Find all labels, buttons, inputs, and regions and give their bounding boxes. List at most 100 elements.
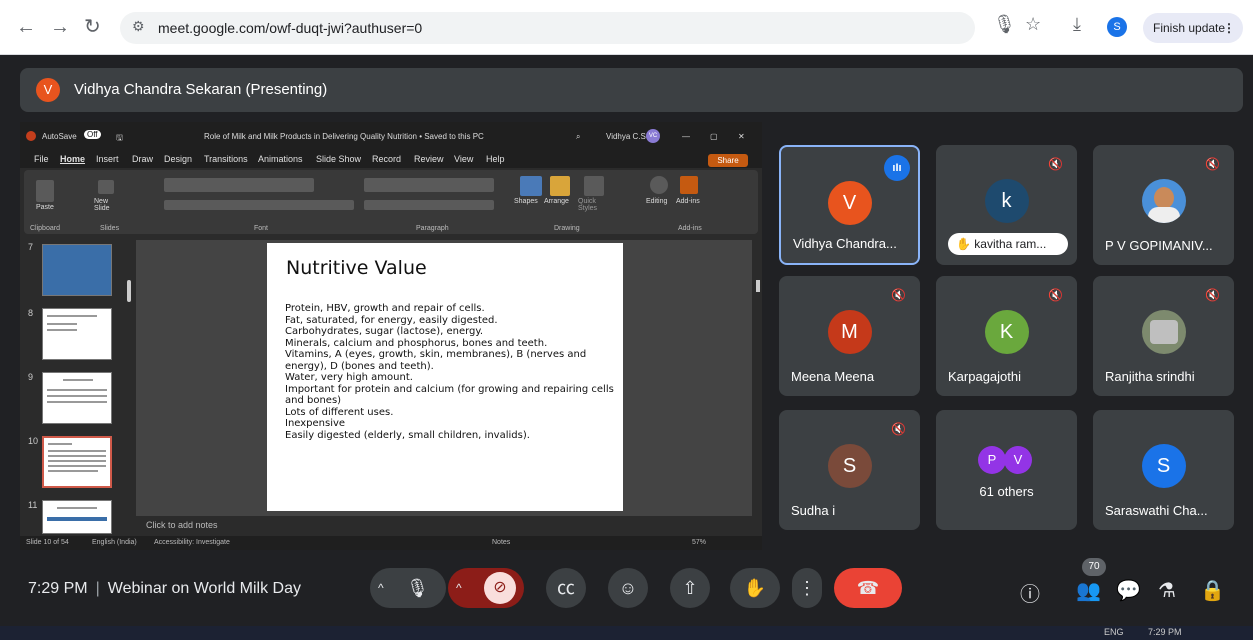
hang-up-icon: ☎ — [856, 578, 880, 598]
finish-update-button[interactable]: Finish update ⋮ — [1143, 13, 1243, 43]
menu-transitions[interactable]: Transitions — [204, 154, 248, 164]
back-arrow-icon[interactable]: ← — [16, 14, 36, 40]
chat-icon[interactable]: 💬 — [1116, 578, 1141, 603]
zoom-level: 57% — [692, 539, 707, 546]
participant-tile[interactable]: 🔇 Ranjitha srindhi — [1093, 276, 1234, 396]
present-button[interactable]: ⇧ — [670, 568, 710, 608]
menu-help[interactable]: Help — [486, 154, 505, 164]
reload-icon[interactable]: ↻ — [84, 14, 101, 40]
addins-icon[interactable] — [680, 176, 698, 194]
participant-tile[interactable]: 🔇 K Karpagajothi — [936, 276, 1077, 396]
ppt-share-button[interactable]: Share — [708, 154, 748, 167]
presenter-bar: V Vidhya Chandra Sekaran (Presenting) — [20, 68, 1243, 112]
slide-thumbnail[interactable] — [42, 372, 112, 424]
font-name-box[interactable] — [164, 178, 314, 192]
close-icon[interactable]: ✕ — [738, 132, 745, 141]
menu-animations[interactable]: Animations — [258, 154, 303, 164]
menu-insert[interactable]: Insert — [96, 154, 119, 164]
slide-thumbnail[interactable] — [42, 244, 112, 296]
others-tile[interactable]: P V 61 others — [936, 410, 1077, 530]
taskbar-language: ENG — [1104, 627, 1124, 637]
participant-name: Meena Meena — [791, 369, 875, 384]
participant-tile[interactable]: 🔇 k ✋ kavitha ram... — [936, 145, 1077, 265]
site-settings-icon[interactable]: ⚙ — [132, 18, 145, 35]
editing-icon[interactable] — [650, 176, 668, 194]
ppt-status-bar: Slide 10 of 54 English (India) Accessibi… — [20, 536, 762, 550]
slide-thumbnail-active[interactable] — [42, 436, 112, 488]
address-bar[interactable]: ⚙ meet.google.com/owf-duqt-jwi?authuser=… — [120, 12, 975, 44]
menu-file[interactable]: File — [34, 154, 49, 164]
slide-count: Slide 10 of 54 — [26, 539, 69, 546]
participant-name: Ranjitha srindhi — [1105, 369, 1195, 384]
accessibility-label[interactable]: Accessibility: Investigate — [154, 539, 230, 546]
quick-styles-label: Quick Styles — [578, 198, 598, 212]
paragraph-row-2[interactable] — [364, 200, 494, 210]
notes-toggle[interactable]: Notes — [492, 539, 510, 546]
menu-review[interactable]: Review — [414, 154, 444, 164]
ppt-title-bar: AutoSave Off 🖫 Role of Milk and Milk Pro… — [20, 122, 762, 150]
bookmark-star-icon[interactable]: ☆ — [1025, 14, 1041, 35]
profile-avatar[interactable]: S — [1107, 17, 1127, 37]
save-icon[interactable]: 🖫 — [116, 132, 123, 146]
microphone-icon[interactable]: 🎙 — [406, 568, 429, 608]
microphone-icon[interactable]: 🎙 — [993, 14, 1016, 35]
meeting-details-icon[interactable]: ⓘ — [1020, 578, 1040, 607]
menu-home[interactable]: Home — [60, 154, 85, 164]
thumb-number: 10 — [28, 436, 39, 446]
slide-line: Important for protein and calcium (for g… — [285, 383, 617, 407]
participant-name: Vidhya Chandra... — [793, 236, 897, 251]
mic-off-icon: 🔇 — [1205, 288, 1220, 302]
more-options-button[interactable]: ⋮ — [792, 568, 822, 608]
slide-scrollbar[interactable] — [754, 240, 762, 516]
search-icon[interactable]: ⌕ — [576, 132, 580, 142]
participant-tile[interactable]: 🔇 P V GOPIMANIV... — [1093, 145, 1234, 265]
download-icon[interactable]: ⤓ — [1073, 14, 1081, 35]
maximize-icon[interactable]: ▢ — [710, 132, 718, 141]
slide-thumbnail[interactable] — [42, 500, 112, 534]
host-controls-icon[interactable]: 🔒 — [1200, 578, 1225, 603]
autosave-toggle[interactable]: Off — [84, 130, 101, 139]
slide-body: Protein, HBV, growth and repair of cells… — [285, 303, 615, 441]
participant-tile[interactable]: ıIı V Vidhya Chandra... — [779, 145, 920, 265]
participant-tile[interactable]: 🔇 S Sudha i — [779, 410, 920, 530]
forward-arrow-icon[interactable]: → — [50, 14, 70, 40]
captions-button[interactable]: ㏄ — [546, 568, 586, 608]
video-options-chevron-icon[interactable]: ^ — [456, 568, 462, 608]
activities-icon[interactable]: ⚗ — [1158, 578, 1176, 603]
thumbnail-scrollbar[interactable] — [127, 280, 131, 302]
participant-name: Saraswathi Cha... — [1105, 503, 1208, 518]
minimize-icon[interactable]: — — [682, 132, 690, 141]
slide-line: Protein, HBV, growth and repair of cells… — [285, 303, 485, 314]
shapes-icon[interactable] — [520, 176, 542, 196]
quick-styles-icon[interactable] — [584, 176, 604, 196]
participant-avatar: M — [827, 310, 872, 354]
camera-off-icon[interactable]: ⊘ — [484, 572, 516, 604]
paste-icon[interactable] — [36, 180, 54, 202]
arrange-icon[interactable] — [550, 176, 570, 196]
raised-hand-pill: ✋ kavitha ram... — [948, 233, 1068, 255]
menu-design[interactable]: Design — [164, 154, 192, 164]
menu-draw[interactable]: Draw — [132, 154, 153, 164]
clock: 7:29 PM — [28, 580, 88, 597]
raise-hand-button[interactable]: ✋ — [730, 568, 780, 608]
ppt-ribbon: Paste New Slide Shapes Arrange Quick Sty… — [24, 170, 758, 234]
font-format-row[interactable] — [164, 200, 354, 210]
presenter-avatar: V — [36, 78, 60, 102]
menu-record[interactable]: Record — [372, 154, 401, 164]
audio-options-chevron-icon[interactable]: ^ — [378, 568, 384, 608]
slide-thumbnail[interactable] — [42, 308, 112, 360]
paragraph-row-1[interactable] — [364, 178, 494, 192]
participant-tile[interactable]: 🔇 M Meena Meena — [779, 276, 920, 396]
emoji-button[interactable]: ☺ — [608, 568, 648, 608]
slide-editor: Nutritive Value Protein, HBV, growth and… — [136, 240, 752, 516]
thumb-number: 8 — [28, 308, 34, 318]
participant-avatar: V — [827, 181, 872, 225]
menu-view[interactable]: View — [454, 154, 473, 164]
people-icon[interactable]: 👥 — [1076, 578, 1101, 603]
notes-pane[interactable]: Click to add notes — [136, 516, 752, 534]
participant-tile[interactable]: S Saraswathi Cha... — [1093, 410, 1234, 530]
new-slide-icon[interactable] — [98, 180, 114, 194]
current-slide[interactable]: Nutritive Value Protein, HBV, growth and… — [267, 243, 623, 511]
menu-slideshow[interactable]: Slide Show — [316, 154, 361, 164]
leave-call-button[interactable]: ☎ — [834, 568, 902, 608]
